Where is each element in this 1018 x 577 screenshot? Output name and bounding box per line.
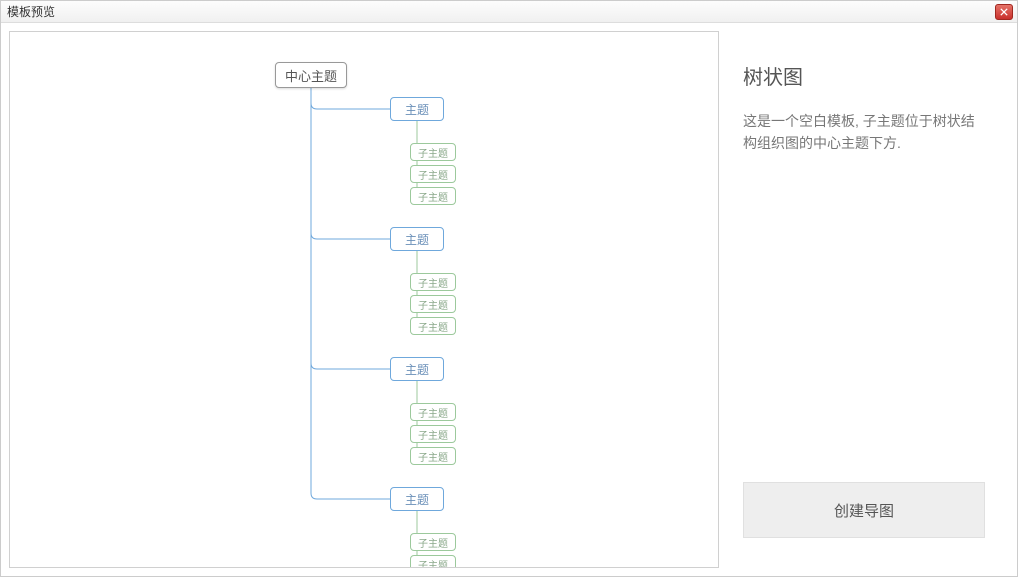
template-description: 这是一个空白模板, 子主题位于树状结构组织图的中心主题下方. bbox=[743, 110, 985, 155]
subtopic-node[interactable]: 子主题 bbox=[410, 295, 456, 313]
connector-lines bbox=[10, 32, 718, 567]
titlebar: 模板预览 bbox=[1, 1, 1017, 23]
subtopic-node[interactable]: 子主题 bbox=[410, 165, 456, 183]
subtopic-node[interactable]: 子主题 bbox=[410, 187, 456, 205]
subtopic-node[interactable]: 子主题 bbox=[410, 447, 456, 465]
preview-pane: 中心主题主题子主题子主题子主题主题子主题子主题子主题主题子主题子主题子主题主题子… bbox=[9, 31, 719, 568]
topic-node[interactable]: 主题 bbox=[390, 97, 444, 121]
subtopic-node[interactable]: 子主题 bbox=[410, 555, 456, 568]
content: 中心主题主题子主题子主题子主题主题子主题子主题子主题主题子主题子主题子主题主题子… bbox=[1, 23, 1017, 576]
template-title: 树状图 bbox=[743, 61, 985, 90]
subtopic-node[interactable]: 子主题 bbox=[410, 143, 456, 161]
subtopic-node[interactable]: 子主题 bbox=[410, 533, 456, 551]
subtopic-node[interactable]: 子主题 bbox=[410, 317, 456, 335]
side-pane: 树状图 这是一个空白模板, 子主题位于树状结构组织图的中心主题下方. 创建导图 bbox=[719, 31, 1009, 568]
center-topic-node[interactable]: 中心主题 bbox=[275, 62, 347, 88]
create-map-label: 创建导图 bbox=[834, 500, 894, 521]
topic-node[interactable]: 主题 bbox=[390, 357, 444, 381]
close-icon bbox=[1000, 8, 1008, 16]
window-title: 模板预览 bbox=[7, 3, 55, 20]
subtopic-node[interactable]: 子主题 bbox=[410, 425, 456, 443]
topic-node[interactable]: 主题 bbox=[390, 227, 444, 251]
subtopic-node[interactable]: 子主题 bbox=[410, 403, 456, 421]
topic-node[interactable]: 主题 bbox=[390, 487, 444, 511]
create-map-button[interactable]: 创建导图 bbox=[743, 482, 985, 538]
close-button[interactable] bbox=[995, 4, 1013, 20]
subtopic-node[interactable]: 子主题 bbox=[410, 273, 456, 291]
